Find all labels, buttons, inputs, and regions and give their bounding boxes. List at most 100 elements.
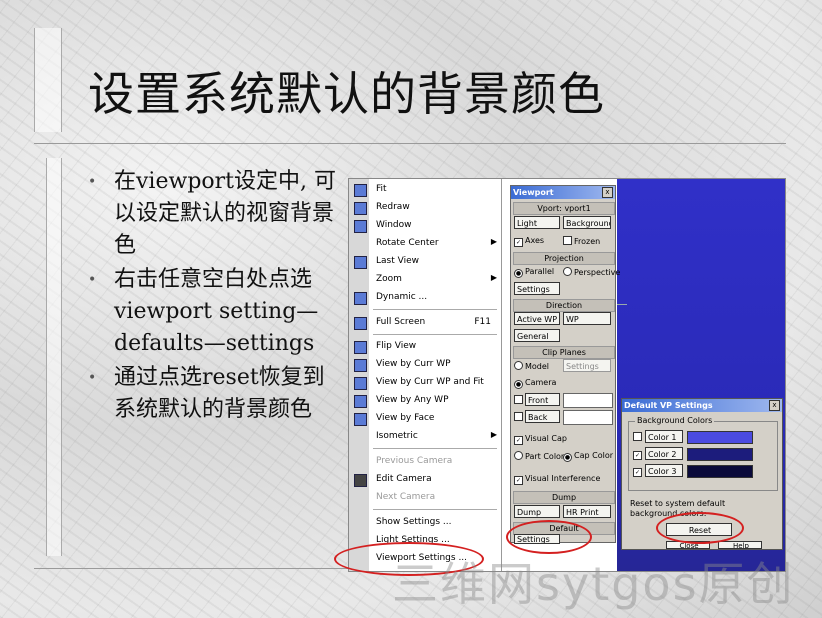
viewport-panel: Viewport x Vport: vport1 Light Backgroun… (510, 185, 620, 544)
menu-item-view-by-face[interactable]: View by Face (349, 410, 501, 428)
parallel-radio[interactable]: ● Parallel (514, 267, 554, 278)
dialog-title: Default VP Settings (622, 399, 782, 412)
radio-icon (514, 451, 523, 460)
menu-item-rotate-center[interactable]: Rotate Center ▶ (349, 235, 501, 253)
submenu-arrow-icon: ▶ (490, 430, 497, 439)
highlight-oval-reset (656, 512, 744, 544)
visual-cap-checkbox[interactable]: ✓ Visual Cap (514, 434, 567, 445)
checkbox-box (633, 432, 642, 441)
menu-item-view-by-any-wp[interactable]: View by Any WP (349, 392, 501, 410)
watermark: 三维网sytgos原创 (392, 557, 795, 611)
camera-icon (354, 474, 367, 487)
back-button[interactable]: Back (525, 410, 560, 423)
bullet-list: • 在viewport设定中, 可以设定默认的视窗背景色 • 右击任意空白处点选vi… (86, 166, 336, 428)
camera-radio[interactable]: ● Camera (514, 378, 556, 389)
projection-header: Projection (513, 252, 615, 265)
menu-item-redraw[interactable]: Redraw (349, 199, 501, 217)
viewport-divider (617, 304, 627, 305)
color-1-button[interactable]: Color 1 (645, 430, 683, 443)
menu-item-window[interactable]: Window (349, 217, 501, 235)
checkbox-box (563, 236, 572, 245)
any-wp-icon (354, 395, 367, 408)
checkbox-box (514, 395, 523, 404)
back-value-field[interactable] (563, 410, 613, 425)
color-2-button[interactable]: Color 2 (645, 447, 683, 460)
menu-item-full-screen[interactable]: Full Screen F11 (349, 314, 501, 332)
color-1-swatch[interactable] (687, 431, 753, 444)
context-menu: Fit Redraw Window Rotate Center ▶ Last Vi… (349, 179, 502, 571)
last-view-icon (354, 256, 367, 269)
vport-label: Vport: vport1 (513, 202, 615, 215)
bullet-dot-icon: • (88, 174, 97, 190)
active-wp-button[interactable]: Active WP (514, 312, 560, 325)
menu-item-show-settings[interactable]: Show Settings ... (349, 514, 501, 532)
frozen-checkbox[interactable]: Frozen (563, 236, 600, 246)
color-3-checkbox[interactable]: ✓ (633, 466, 644, 477)
slide-title: 设置系统默认的背景颜色 (88, 67, 605, 121)
visual-interference-checkbox[interactable]: ✓ Visual Interference (514, 474, 600, 485)
color-3-swatch[interactable] (687, 465, 753, 478)
general-button[interactable]: General (514, 329, 560, 342)
fit-icon (354, 184, 367, 197)
front-checkbox[interactable] (514, 395, 525, 405)
dump-button[interactable]: Dump (514, 505, 560, 518)
hr-print-button[interactable]: HR Print (563, 505, 611, 518)
light-button[interactable]: Light (514, 216, 560, 229)
viewport-panel-title: Viewport (511, 186, 615, 199)
axes-checkbox[interactable]: ✓ Axes (514, 236, 544, 247)
check-icon: ✓ (633, 451, 642, 460)
face-icon (354, 413, 367, 426)
menu-item-last-view[interactable]: Last View (349, 253, 501, 271)
color-1-checkbox[interactable] (633, 432, 644, 442)
submenu-arrow-icon: ▶ (490, 273, 497, 282)
front-button[interactable]: Front (525, 393, 560, 406)
menu-item-view-by-curr-wp[interactable]: View by Curr WP (349, 356, 501, 374)
wp-button[interactable]: WP (563, 312, 611, 325)
menu-item-dynamic[interactable]: Dynamic ... (349, 289, 501, 307)
curr-wp-icon (354, 359, 367, 372)
submenu-arrow-icon: ▶ (490, 237, 497, 246)
menu-separator (373, 448, 497, 449)
color-2-checkbox[interactable]: ✓ (633, 449, 644, 460)
radio-selected-icon: ● (514, 380, 523, 389)
projection-settings-button[interactable]: Settings (514, 282, 560, 295)
frame-divider-top (34, 143, 786, 144)
radio-icon (563, 267, 572, 276)
bullet-dot-icon: • (88, 272, 97, 288)
clip-planes-header: Clip Planes (513, 346, 615, 359)
dialog-close-icon[interactable]: x (769, 400, 780, 411)
front-value-field[interactable] (563, 393, 613, 408)
flip-view-icon (354, 341, 367, 354)
part-color-radio[interactable]: Part Color (514, 451, 564, 461)
radio-icon (514, 361, 523, 370)
menu-item-next-camera: Next Camera (376, 492, 436, 502)
window-icon (354, 220, 367, 233)
color-2-swatch[interactable] (687, 448, 753, 461)
slide-background: 设置系统默认的背景颜色 • 在viewport设定中, 可以设定默认的视窗背景色 … (0, 0, 822, 618)
color-3-button[interactable]: Color 3 (645, 464, 683, 477)
perspective-radio[interactable]: Perspective (563, 267, 620, 277)
radio-selected-icon: ● (514, 269, 523, 278)
background-button[interactable]: Background (563, 216, 611, 229)
check-icon: ✓ (633, 468, 642, 477)
menu-item-zoom[interactable]: Zoom ▶ (349, 271, 501, 289)
redraw-icon (354, 202, 367, 215)
menu-item-previous-camera: Previous Camera (376, 456, 453, 466)
check-icon: ✓ (514, 238, 523, 247)
curr-wp-fit-icon (354, 377, 367, 390)
background-colors-group: Background Colors Color 1 ✓ Color 2 ✓ Co… (628, 416, 778, 491)
menu-item-isometric[interactable]: Isometric ▶ (349, 428, 501, 446)
model-radio[interactable]: Model (514, 361, 549, 371)
menu-item-fit[interactable]: Fit (349, 181, 501, 199)
radio-selected-icon: ● (563, 453, 572, 462)
menu-separator (373, 509, 497, 510)
close-icon[interactable]: x (602, 187, 613, 198)
menu-item-flip-view[interactable]: Flip View (349, 338, 501, 356)
clip-settings-button: Settings (563, 359, 611, 372)
cap-color-radio[interactable]: ● Cap Color (563, 451, 613, 462)
menu-item-view-by-curr-wp-fit[interactable]: View by Curr WP and Fit (349, 374, 501, 392)
back-checkbox[interactable] (514, 412, 525, 422)
menu-item-edit-camera[interactable]: Edit Camera (349, 471, 501, 489)
dump-header: Dump (513, 491, 615, 504)
menu-separator (373, 309, 497, 310)
